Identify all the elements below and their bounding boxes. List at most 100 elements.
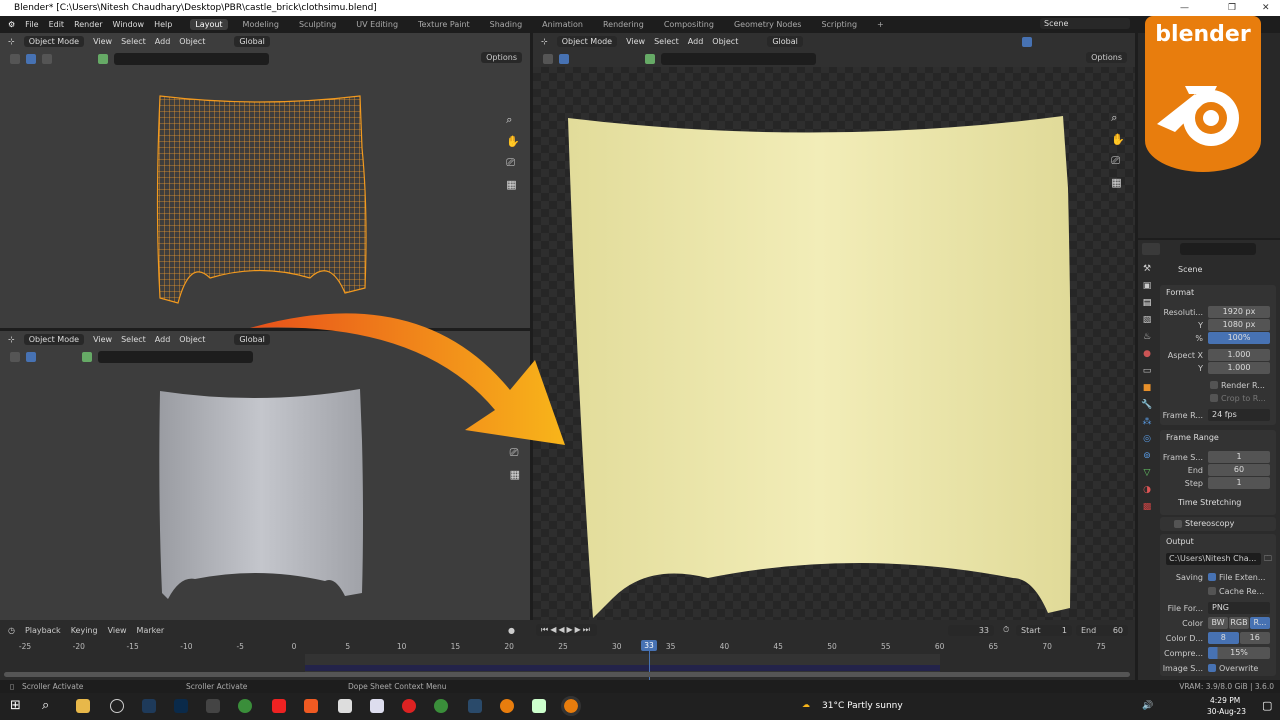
file-explorer-icon[interactable] xyxy=(76,699,90,713)
tab-texture-paint[interactable]: Texture Paint xyxy=(413,19,475,30)
editor-type-icon[interactable] xyxy=(1142,243,1160,255)
media-icon[interactable] xyxy=(206,699,220,713)
crop-checkbox[interactable]: Crop to R... xyxy=(1160,392,1276,404)
current-frame-field[interactable]: 33 xyxy=(948,624,994,636)
resolution-x-field[interactable]: 1920 px xyxy=(1208,306,1270,318)
notes-icon[interactable] xyxy=(532,699,546,713)
menu-view[interactable]: View xyxy=(626,37,645,46)
modifier-tab-icon[interactable]: 🔧 xyxy=(1141,400,1152,410)
file-format-dropdown[interactable]: PNG xyxy=(1208,602,1270,614)
davinci-icon[interactable] xyxy=(468,699,482,713)
tool-tab-icon[interactable]: ⚒ xyxy=(1143,264,1151,274)
tab-modeling[interactable]: Modeling xyxy=(238,19,284,30)
select-tool-icon[interactable] xyxy=(543,53,553,64)
chrome-profile-icon[interactable] xyxy=(434,699,448,713)
physics-tab-icon[interactable]: ◎ xyxy=(1143,434,1151,444)
stereoscopy-panel[interactable]: Stereoscopy xyxy=(1160,517,1276,531)
file-extensions-checkbox[interactable]: File Exten... xyxy=(1208,573,1265,582)
material-tab-icon[interactable]: ◑ xyxy=(1143,485,1151,495)
tab-animation[interactable]: Animation xyxy=(537,19,588,30)
color-rgb-option[interactable]: RGB xyxy=(1229,617,1249,629)
select-box-icon[interactable] xyxy=(26,351,36,362)
menu-help[interactable]: Help xyxy=(154,20,172,29)
resolution-y-field[interactable]: 1080 px xyxy=(1208,319,1270,331)
start-value[interactable]: 1 xyxy=(1062,626,1067,635)
playhead-frame-label[interactable]: 33 xyxy=(641,640,657,651)
visibility-icon[interactable] xyxy=(82,351,92,362)
frame-rate-dropdown[interactable]: 24 fps xyxy=(1208,409,1270,421)
menu-playback[interactable]: Playback xyxy=(25,626,61,635)
menu-object[interactable]: Object xyxy=(712,37,738,46)
search-icon[interactable]: ⌕ xyxy=(42,698,49,713)
editor-type-icon[interactable]: ⊹ xyxy=(541,37,548,46)
youtube-icon[interactable] xyxy=(272,699,286,713)
select-mode-icon[interactable] xyxy=(42,53,52,64)
constraints-tab-icon[interactable]: ⊚ xyxy=(1143,451,1151,461)
close-button[interactable]: ✕ xyxy=(1262,0,1270,16)
orientation-dropdown[interactable]: Global xyxy=(767,36,803,47)
clock-time[interactable]: 4:29 PM xyxy=(1210,696,1240,705)
clock-icon[interactable]: ◷ xyxy=(8,626,15,635)
tab-sculpting[interactable]: Sculpting xyxy=(294,19,341,30)
visibility-icon[interactable] xyxy=(98,53,108,64)
scene-selector[interactable]: Scene xyxy=(1040,18,1130,29)
menu-add[interactable]: Add xyxy=(155,37,171,46)
tab-compositing[interactable]: Compositing xyxy=(659,19,719,30)
frame-start-field[interactable]: 1 xyxy=(1208,451,1270,463)
windows-start-icon[interactable]: ⊞ xyxy=(10,698,21,713)
zoom-icon[interactable]: ⌕ xyxy=(506,113,520,127)
add-workspace-button[interactable]: + xyxy=(872,19,889,30)
camera-icon[interactable]: ⎚ xyxy=(1111,154,1125,168)
particles-tab-icon[interactable]: ⁂ xyxy=(1143,417,1152,427)
select-box-icon[interactable] xyxy=(559,53,569,64)
overwrite-checkbox[interactable]: Overwrite xyxy=(1208,664,1258,673)
obs-icon[interactable] xyxy=(110,699,124,713)
data-tab-icon[interactable]: ▽ xyxy=(1144,468,1151,478)
options-button[interactable]: Options xyxy=(1086,52,1127,63)
menu-keying[interactable]: Keying xyxy=(71,626,98,635)
color-bw-option[interactable]: BW xyxy=(1208,617,1228,629)
menu-add[interactable]: Add xyxy=(155,335,171,344)
tab-rendering[interactable]: Rendering xyxy=(598,19,649,30)
aspect-x-field[interactable]: 1.000 xyxy=(1208,349,1270,361)
playback-controls[interactable]: ⏮◀◀▶▶⏭ xyxy=(536,624,598,636)
rendered-shading-icon[interactable] xyxy=(1021,36,1032,47)
menu-file[interactable]: File xyxy=(25,20,38,29)
viewport-rendered[interactable]: ⊹ Object Mode View Select Add Object Glo… xyxy=(533,33,1135,620)
editor-type-icon[interactable]: ⊹ xyxy=(8,37,15,46)
folder-icon[interactable]: 🗀 xyxy=(1264,553,1272,567)
menu-select[interactable]: Select xyxy=(654,37,679,46)
menu-object[interactable]: Object xyxy=(179,335,205,344)
color-depth-16-option[interactable]: 16 xyxy=(1239,632,1270,644)
timeline-scrollbar[interactable] xyxy=(4,672,1130,677)
search-input[interactable] xyxy=(661,52,816,65)
select-box-icon[interactable] xyxy=(26,53,36,64)
render-tab-icon[interactable]: ▣ xyxy=(1143,281,1152,291)
blender-taskbar-icon[interactable] xyxy=(500,699,514,713)
compression-slider[interactable]: 15% xyxy=(1208,647,1270,659)
maximize-button[interactable]: ❐ xyxy=(1228,0,1236,16)
opera-icon[interactable] xyxy=(402,699,416,713)
zoom-icon[interactable]: ⌕ xyxy=(1111,111,1125,125)
menu-object[interactable]: Object xyxy=(179,37,205,46)
blender-menu-icon[interactable]: ⚙ xyxy=(8,20,15,29)
weather-text[interactable]: 31°C Partly sunny xyxy=(822,701,903,711)
record-button[interactable]: ● xyxy=(508,626,515,635)
photoshop-icon[interactable] xyxy=(174,699,188,713)
tab-uv-editing[interactable]: UV Editing xyxy=(351,19,403,30)
frame-end-field[interactable]: 60 xyxy=(1208,464,1270,476)
clock-date[interactable]: 30-Aug-23 xyxy=(1207,707,1246,716)
brave-icon[interactable] xyxy=(304,699,318,713)
scene-tab-icon[interactable]: ♨ xyxy=(1143,332,1151,342)
grid-icon[interactable]: ▦ xyxy=(1111,176,1125,189)
texture-tab-icon[interactable]: ▩ xyxy=(1143,502,1152,512)
notifications-icon[interactable]: ▢ xyxy=(1262,699,1272,712)
minimize-button[interactable]: — xyxy=(1180,0,1189,16)
render-region-checkbox[interactable]: Render R... xyxy=(1160,379,1276,391)
lightroom-icon[interactable] xyxy=(142,699,156,713)
timeline-editor[interactable]: ◷ Playback Keying View Marker ● ⏮◀◀▶▶⏭ 3… xyxy=(0,620,1135,680)
tab-shading[interactable]: Shading xyxy=(485,19,528,30)
menu-view[interactable]: View xyxy=(93,335,112,344)
resolution-percent-field[interactable]: 100% xyxy=(1208,332,1270,344)
menu-select[interactable]: Select xyxy=(121,335,146,344)
